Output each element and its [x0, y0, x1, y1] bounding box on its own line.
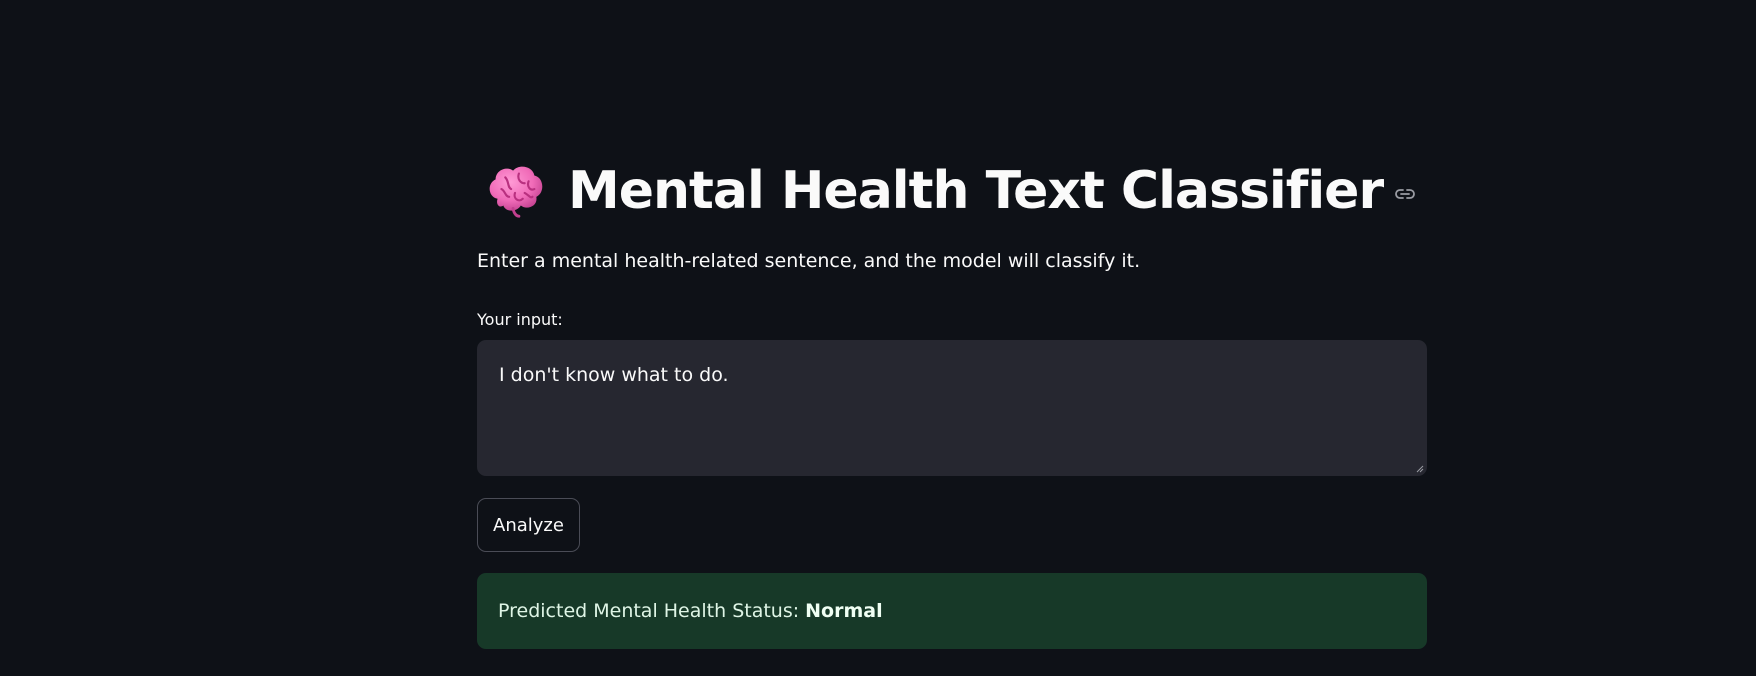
intro-text: Enter a mental health-related sentence, …: [477, 250, 1141, 272]
link-icon[interactable]: [1393, 182, 1417, 206]
page-header: Mental Health Text Classifier: [484, 155, 1417, 227]
input-label: Your input:: [477, 310, 563, 329]
resize-handle-icon[interactable]: [1414, 463, 1424, 473]
page-title: Mental Health Text Classifier: [568, 161, 1384, 221]
result-alert: Predicted Mental Health Status: Normal: [477, 573, 1427, 649]
text-input-value[interactable]: I don't know what to do.: [499, 364, 729, 386]
text-input-area[interactable]: I don't know what to do.: [477, 340, 1427, 476]
analyze-button[interactable]: Analyze: [477, 498, 580, 552]
brain-icon: [489, 166, 543, 218]
result-prefix: Predicted Mental Health Status:: [498, 600, 800, 622]
result-status-value: Normal: [805, 600, 883, 622]
